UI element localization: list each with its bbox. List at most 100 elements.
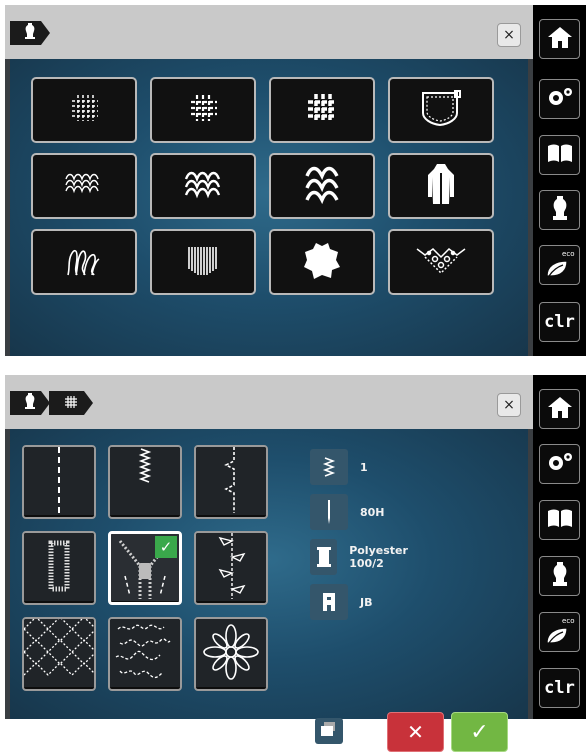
layers-icon	[320, 721, 338, 741]
eco-button[interactable]: eco	[539, 245, 580, 285]
material-tile-leather[interactable]	[269, 229, 375, 295]
material-tile-jeans[interactable]	[388, 77, 494, 143]
tutorial-icon	[547, 508, 573, 532]
dress-form-icon	[552, 562, 568, 590]
buttonhole-icon	[24, 533, 94, 603]
layers-button[interactable]	[315, 718, 343, 744]
material-panel	[10, 59, 528, 356]
recommendation-presser-foot: JB	[310, 584, 372, 620]
medium-knit-icon	[183, 169, 223, 203]
setup-icon	[546, 86, 574, 112]
close-button[interactable]: ×	[497, 393, 521, 417]
sewing-consultant-button[interactable]	[539, 556, 580, 596]
breadcrumb-sewing-consultant[interactable]	[10, 21, 50, 45]
material-tile-light-knit[interactable]	[31, 153, 137, 219]
pile-fabric-icon	[65, 243, 103, 281]
sewing-consultant-button[interactable]	[539, 190, 580, 230]
home-button[interactable]	[539, 389, 580, 429]
presser-foot-value: JB	[360, 595, 373, 609]
close-button[interactable]: ×	[497, 23, 521, 47]
needle-icon	[310, 494, 348, 530]
thread-spool-icon	[310, 539, 338, 575]
dress-form-icon	[24, 393, 36, 413]
stitch-tile-blind-hem[interactable]	[194, 445, 268, 519]
light-woven-fabric-icon	[64, 394, 78, 413]
dress-form-icon	[24, 23, 36, 43]
setup-icon	[546, 451, 574, 477]
stitch-tile-decorative-edge[interactable]	[194, 531, 268, 605]
decorative-edge-icon	[196, 533, 266, 603]
heavy-knit-icon	[302, 164, 342, 208]
material-tile-terry[interactable]	[150, 229, 256, 295]
tutorial-button[interactable]	[539, 135, 580, 175]
breadcrumb-light-woven[interactable]	[49, 391, 93, 415]
setup-button[interactable]	[539, 444, 580, 484]
eco-label: eco	[562, 250, 575, 258]
selected-check-icon: ✓	[155, 536, 177, 558]
presser-foot-icon	[310, 584, 348, 620]
stitch-width-icon	[310, 449, 348, 485]
light-knit-icon	[64, 171, 104, 201]
zigzag-stitch-icon	[110, 447, 180, 517]
material-grid	[31, 77, 494, 295]
setup-button[interactable]	[539, 79, 580, 119]
recommendation-needle: 80H	[310, 494, 385, 530]
right-sidebar-top: eco clr	[533, 5, 586, 356]
light-woven-fabric-icon	[69, 93, 99, 127]
heavy-woven-fabric-icon	[306, 92, 338, 128]
stitch-selection-screen: × ✓ 1 80H Polyester 100/2 JB ✕ ✓	[5, 375, 533, 752]
terry-cloth-icon	[186, 243, 220, 281]
material-tile-coat[interactable]	[388, 153, 494, 219]
dress-form-icon	[552, 196, 568, 224]
stitch-tile-zipper[interactable]: ✓	[108, 531, 182, 605]
cancel-button[interactable]: ✕	[387, 712, 444, 752]
coat-icon	[426, 163, 456, 209]
stitch-panel: ✓ 1 80H Polyester 100/2 JB ✕ ✓	[10, 429, 528, 752]
flower-motif-icon	[196, 619, 266, 689]
clr-button[interactable]: clr	[539, 668, 580, 708]
medium-woven-fabric-icon	[188, 93, 218, 127]
confirm-button[interactable]: ✓	[451, 712, 508, 752]
stitch-tile-stipple[interactable]	[108, 617, 182, 691]
stitch-tile-zigzag[interactable]	[108, 445, 182, 519]
material-tile-heavy-knit[interactable]	[269, 153, 375, 219]
right-sidebar-bottom: eco clr	[533, 375, 586, 719]
eco-icon: eco	[545, 617, 575, 645]
stitch-grid: ✓	[22, 445, 268, 691]
needle-value: 80H	[360, 505, 385, 519]
tutorial-button[interactable]	[539, 500, 580, 540]
material-tile-medium-knit[interactable]	[150, 153, 256, 219]
material-selection-screen: ×	[5, 5, 533, 356]
lace-icon	[415, 243, 467, 281]
stitch-width-value: 1	[360, 460, 368, 474]
eco-label: eco	[562, 617, 575, 625]
home-icon	[547, 25, 573, 53]
material-tile-medium-woven[interactable]	[150, 77, 256, 143]
leather-icon	[302, 240, 342, 284]
material-tile-heavy-woven[interactable]	[269, 77, 375, 143]
recommendation-stitch-width: 1	[310, 449, 368, 485]
title-bar: ×	[5, 375, 533, 429]
material-tile-lace[interactable]	[388, 229, 494, 295]
material-tile-pile[interactable]	[31, 229, 137, 295]
title-bar: ×	[5, 5, 533, 59]
material-tile-light-woven[interactable]	[31, 77, 137, 143]
straight-stitch-icon	[24, 447, 94, 517]
clr-button[interactable]: clr	[539, 302, 580, 342]
stipple-pattern-icon	[110, 619, 180, 689]
eco-button[interactable]: eco	[539, 612, 580, 652]
stitch-tile-quilting[interactable]	[22, 617, 96, 691]
blind-hem-icon	[196, 447, 266, 517]
recommendation-thread: Polyester 100/2	[310, 539, 419, 575]
stitch-tile-buttonhole[interactable]	[22, 531, 96, 605]
breadcrumb-sewing-consultant[interactable]	[10, 391, 50, 415]
stitch-tile-flower[interactable]	[194, 617, 268, 691]
home-button[interactable]	[539, 19, 580, 59]
stitch-tile-straight[interactable]	[22, 445, 96, 519]
thread-value: Polyester 100/2	[349, 544, 408, 570]
jeans-pocket-icon	[419, 89, 463, 131]
eco-icon: eco	[545, 250, 575, 278]
quilting-pattern-icon	[24, 619, 94, 689]
tutorial-icon	[547, 143, 573, 167]
home-icon	[547, 395, 573, 423]
